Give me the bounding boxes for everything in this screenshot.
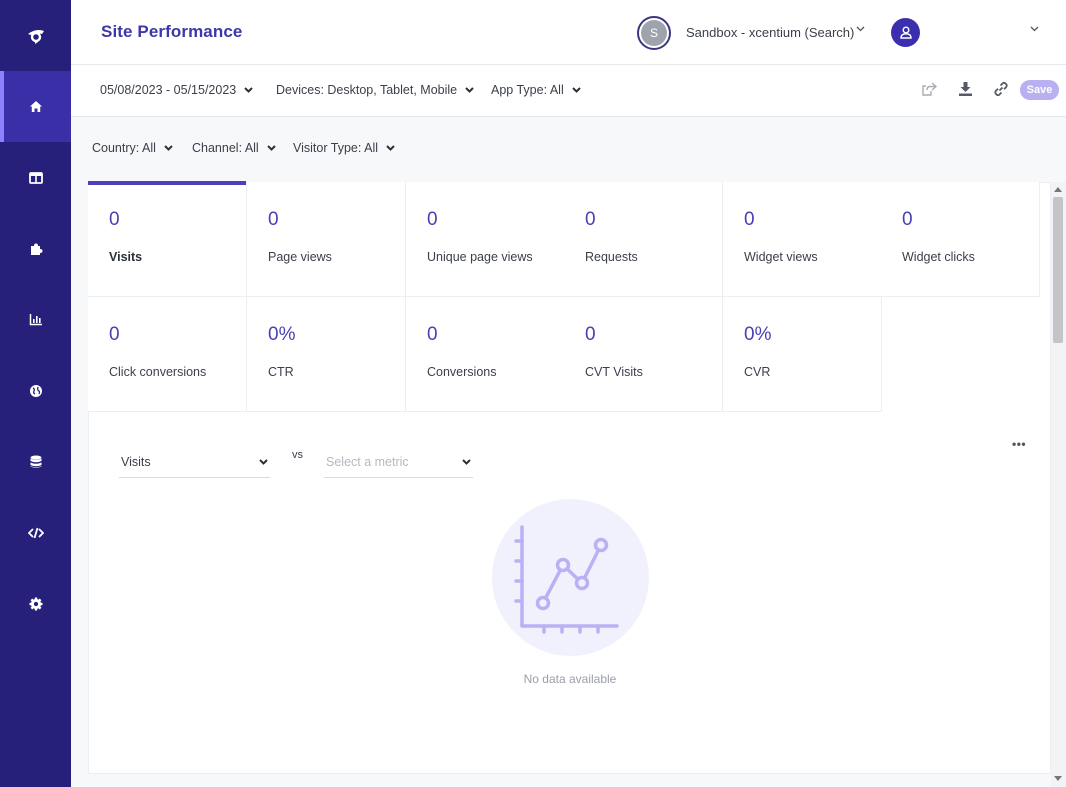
chevron-down-icon[interactable] — [1030, 26, 1039, 32]
app-type-filter[interactable]: App Type: All — [491, 83, 581, 97]
metric-widget-clicks[interactable]: 0 Widget clicks — [881, 182, 1040, 297]
scroll-up-arrow[interactable] — [1054, 187, 1062, 192]
user-avatar[interactable] — [891, 18, 920, 47]
link-icon[interactable] — [993, 81, 1009, 97]
metric-cvr[interactable]: 0% CVR — [723, 297, 882, 412]
metric-requests[interactable]: 0 Requests — [564, 182, 723, 297]
channel-label: Channel: All — [192, 141, 259, 155]
metric-label: Visits — [109, 250, 143, 264]
workspace-avatar[interactable]: S — [637, 16, 671, 50]
metric-widget-views[interactable]: 0 Widget views — [723, 182, 882, 297]
sidebar-item-layout[interactable] — [0, 142, 71, 213]
page-title: Site Performance — [101, 22, 243, 41]
metric-cvt-visits[interactable]: 0 CVT Visits — [564, 297, 723, 412]
user-icon — [899, 26, 912, 39]
country-filter[interactable]: Country: All — [92, 141, 173, 155]
metric-label: CTR — [268, 365, 294, 379]
sidebar-item-settings[interactable] — [0, 568, 71, 639]
more-options-button[interactable]: ••• — [1012, 437, 1026, 451]
app-type-label: App Type: All — [491, 83, 564, 97]
primary-metric-value: Visits — [121, 454, 151, 469]
home-icon — [29, 101, 42, 112]
download-icon[interactable] — [958, 81, 973, 97]
sidebar-item-global[interactable] — [0, 355, 71, 426]
sidebar-item-home[interactable] — [0, 71, 71, 142]
metric-label: CVR — [744, 365, 771, 379]
metric-label: Click conversions — [109, 365, 207, 379]
caret-down-icon — [465, 87, 474, 93]
metric-page-views[interactable]: 0 Page views — [247, 182, 406, 297]
primary-metric-select[interactable]: Visits — [119, 446, 270, 478]
metric-value: 0 — [744, 209, 755, 230]
metric-value: 0 — [902, 209, 913, 230]
date-range-label: 05/08/2023 - 05/15/2023 — [100, 83, 237, 97]
metric-label: Conversions — [427, 365, 497, 379]
sidebar-item-developer[interactable] — [0, 497, 71, 568]
code-icon — [27, 527, 44, 538]
bar-chart-icon — [29, 314, 42, 326]
metric-value: 0 — [268, 209, 279, 230]
metric-value: 0% — [268, 324, 296, 345]
caret-down-icon — [244, 87, 253, 93]
metric-label: Widget views — [744, 250, 818, 264]
scroll-thumb[interactable] — [1053, 197, 1063, 343]
workspace-selector[interactable]: Sandbox - xcentium (Search) — [686, 25, 854, 40]
metric-conversions[interactable]: 0 Conversions — [406, 297, 565, 412]
header: Site Performance S Sandbox - xcentium (S… — [71, 0, 1066, 65]
metric-unique-page-views[interactable]: 0 Unique page views — [406, 182, 565, 297]
vs-label: vs — [292, 449, 303, 461]
devices-label: Devices: Desktop, Tablet, Mobile — [276, 83, 458, 97]
devices-filter[interactable]: Devices: Desktop, Tablet, Mobile — [276, 83, 474, 97]
filter-bar-secondary: Country: All Channel: All Visitor Type: … — [71, 117, 1066, 182]
database-icon — [30, 455, 41, 468]
date-range-filter[interactable]: 05/08/2023 - 05/15/2023 — [100, 83, 253, 97]
metric-value: 0 — [427, 324, 438, 345]
metric-ctr[interactable]: 0% CTR — [247, 297, 406, 412]
empty-state-illustration — [492, 499, 649, 656]
sidebar-item-analytics[interactable] — [0, 284, 71, 355]
channel-filter[interactable]: Channel: All — [192, 141, 276, 155]
sidebar — [0, 0, 71, 787]
caret-down-icon — [164, 145, 173, 151]
vertical-scrollbar[interactable] — [1051, 182, 1066, 787]
sidebar-item-data[interactable] — [0, 426, 71, 497]
metric-value: 0 — [427, 209, 438, 230]
visitor-type-label: Visitor Type: All — [293, 141, 378, 155]
line-chart-icon — [514, 525, 619, 634]
no-data-message: No data available — [523, 672, 617, 686]
metric-label: Requests — [585, 250, 638, 264]
secondary-metric-placeholder: Select a metric — [326, 454, 409, 469]
visitor-type-filter[interactable]: Visitor Type: All — [293, 141, 395, 155]
caret-down-icon — [462, 458, 471, 465]
metric-value: 0 — [585, 209, 596, 230]
brand-logo-icon[interactable] — [0, 0, 71, 71]
metric-label: Widget clicks — [902, 250, 975, 264]
caret-down-icon — [267, 145, 276, 151]
caret-down-icon — [386, 145, 395, 151]
secondary-metric-select[interactable]: Select a metric — [324, 446, 473, 478]
share-icon[interactable] — [921, 81, 938, 97]
layout-icon — [28, 171, 43, 184]
scroll-down-arrow[interactable] — [1054, 776, 1062, 781]
puzzle-icon — [30, 243, 42, 255]
globe-icon — [29, 384, 42, 397]
caret-down-icon — [572, 87, 581, 93]
save-button[interactable]: Save — [1020, 80, 1059, 100]
filter-bar-primary: 05/08/2023 - 05/15/2023 Devices: Desktop… — [71, 65, 1066, 117]
metric-label: CVT Visits — [585, 365, 643, 379]
metric-label: Page views — [268, 250, 332, 264]
metric-click-conversions[interactable]: 0 Click conversions — [88, 297, 247, 412]
gear-icon — [29, 597, 42, 610]
caret-down-icon — [259, 458, 268, 465]
metric-visits[interactable]: 0 Visits — [88, 181, 247, 297]
sidebar-item-integrations[interactable] — [0, 213, 71, 284]
chevron-down-icon[interactable] — [856, 26, 865, 32]
metric-value: 0 — [109, 209, 120, 230]
metric-value: 0 — [109, 324, 120, 345]
metric-label: Unique page views — [427, 250, 533, 264]
metric-value: 0 — [585, 324, 596, 345]
country-label: Country: All — [92, 141, 156, 155]
metric-value: 0% — [744, 324, 772, 345]
workspace-initial: S — [641, 20, 667, 46]
